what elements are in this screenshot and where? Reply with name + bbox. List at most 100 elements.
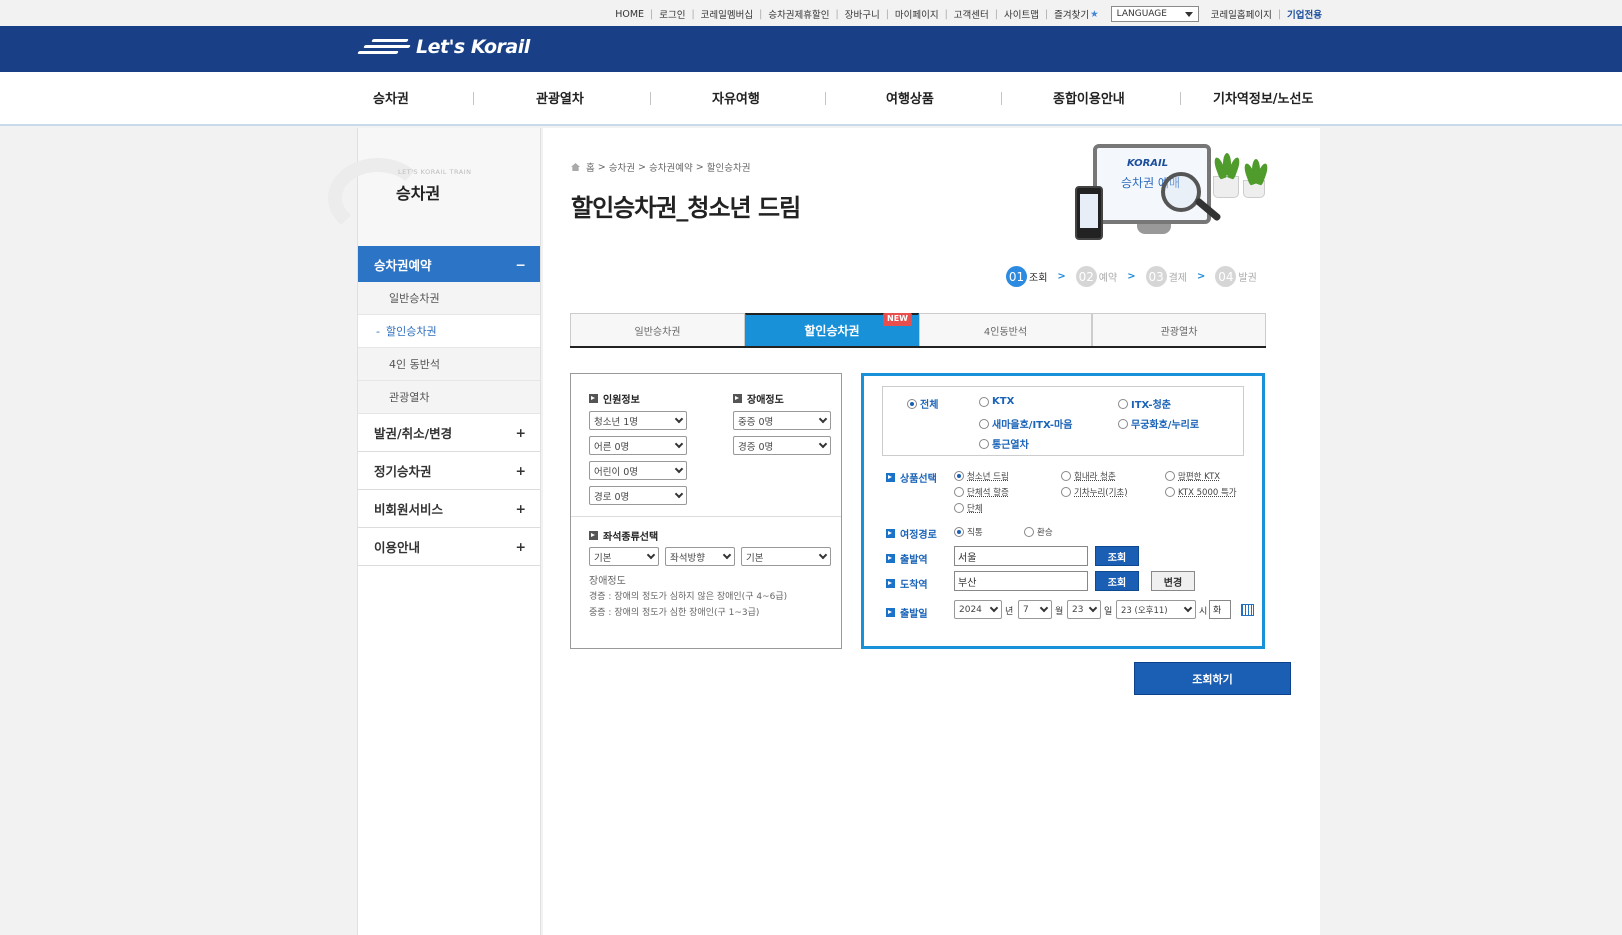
- breadcrumb-home[interactable]: 홈: [586, 160, 595, 174]
- month-select[interactable]: 7: [1018, 600, 1052, 619]
- util-link-mypage[interactable]: 마이페이지: [895, 7, 939, 21]
- language-select[interactable]: LANGUAGE: [1110, 6, 1199, 22]
- product-radio-cheer-up-youth[interactable]: 힘내라 청춘: [1061, 470, 1116, 482]
- util-link-home[interactable]: HOME: [615, 9, 644, 20]
- seat-type-select[interactable]: 기본: [589, 547, 659, 566]
- seat-position-select[interactable]: 기본: [741, 547, 831, 566]
- radio-circle: [1061, 471, 1071, 481]
- chevron-down-icon: [1183, 603, 1193, 613]
- gnb-station-info[interactable]: 기차역정보/노선도: [1213, 88, 1313, 107]
- train-radio-all[interactable]: 전체: [907, 396, 938, 411]
- product-radio-comfort-ktx[interactable]: 맘편한 KTX: [1165, 470, 1220, 482]
- step-issue: 04 발권: [1215, 266, 1257, 287]
- util-link-login[interactable]: 로그인: [659, 7, 685, 21]
- sidebar-item-nonmember[interactable]: 비회원서비스 +: [358, 490, 540, 528]
- sidebar-item-issue-cancel[interactable]: 발권/취소/변경 +: [358, 414, 540, 452]
- util-link-partner-discount[interactable]: 승차권제휴할인: [768, 7, 829, 21]
- tab-label: 할인승차권: [804, 324, 860, 338]
- product-radio-group-surcharge[interactable]: 단체석 할증: [954, 486, 1009, 498]
- gnb-guide[interactable]: 종합이용안내: [1053, 88, 1125, 107]
- disability-note-title: 장애정도: [589, 576, 626, 587]
- departure-station-input[interactable]: 서울: [954, 546, 1088, 566]
- radio-circle: [954, 527, 964, 537]
- sidebar-item-season-ticket[interactable]: 정기승차권 +: [358, 452, 540, 490]
- util-link-favorites[interactable]: 즐겨찾기: [1054, 7, 1089, 21]
- youth-count-select[interactable]: 청소년 1명: [589, 411, 687, 430]
- date-label: 출발일: [900, 609, 928, 620]
- korail-logo[interactable]: Let's Korail: [357, 36, 530, 58]
- adult-count-select[interactable]: 어른 0명: [589, 436, 687, 455]
- sidebar-subitem-tour-train[interactable]: 관광열차: [358, 381, 540, 414]
- sidebar-subitem-family-seat[interactable]: 4인 동반석: [358, 348, 540, 381]
- disability-note-severe: 중증 : 장애의 정도가 심한 장애인(구 1~3급): [589, 608, 760, 618]
- util-link-membership[interactable]: 코레일멤버십: [701, 7, 753, 21]
- sidebar-title: 승차권: [396, 184, 441, 203]
- passenger-heading: 인원정보: [589, 391, 640, 406]
- arrival-station-input[interactable]: 부산: [954, 571, 1088, 591]
- tab-tour-train[interactable]: 관광열차: [1092, 313, 1266, 346]
- select-value: 어른 0명: [594, 441, 630, 453]
- route-radio-transfer[interactable]: 환승: [1024, 526, 1053, 538]
- search-button[interactable]: 조회하기: [1134, 662, 1291, 695]
- radio-circle: [954, 471, 964, 481]
- radio-label: 기차누리(기초): [1074, 488, 1128, 498]
- phone-icon: [1075, 186, 1103, 240]
- senior-count-select[interactable]: 경로 0명: [589, 486, 687, 505]
- util-link-korail-home[interactable]: 코레일홈페이지: [1211, 7, 1272, 21]
- sidebar-subitem-discount[interactable]: - 할인승차권: [358, 315, 540, 348]
- tab-regular[interactable]: 일반승차권: [570, 313, 745, 346]
- utility-links: HOME | 로그인 | 코레일멤버십 | 승차권제휴할인 | 장바구니 | 마이페이지 |…: [615, 6, 1322, 22]
- calendar-icon[interactable]: [1241, 604, 1254, 616]
- product-radio-group[interactable]: 단체: [954, 502, 983, 514]
- child-count-select[interactable]: 어린이 0명: [589, 461, 687, 480]
- hour-select[interactable]: 23 (오후11): [1116, 600, 1196, 619]
- main-navigation: 승차권 관광열차 자유여행 여행상품 종합이용안내 기차역정보/노선도: [0, 72, 1622, 126]
- severe-disability-select[interactable]: 중증 0명: [733, 411, 831, 430]
- util-link-cart[interactable]: 장바구니: [845, 7, 880, 21]
- radio-label: 직통: [967, 528, 983, 538]
- year-select[interactable]: 2024: [954, 600, 1002, 619]
- sidebar-subitem-regular[interactable]: 일반승차권: [358, 282, 540, 315]
- sidebar-item-usage-guide[interactable]: 이용안내 +: [358, 528, 540, 566]
- dropdown-arrow-icon: [1184, 11, 1193, 17]
- product-radio-ktx-5000[interactable]: KTX 5000 특가: [1165, 486, 1237, 498]
- chevron-right-icon: >: [1127, 271, 1136, 282]
- tab-family-seat[interactable]: 4인동반석: [919, 313, 1092, 346]
- radio-label: 전체: [920, 400, 939, 411]
- bullet-icon: [886, 579, 895, 588]
- train-radio-itx-youth[interactable]: ITX-청춘: [1118, 396, 1171, 411]
- breadcrumb-reservation[interactable]: 승차권예약: [649, 160, 693, 174]
- train-radio-commuter[interactable]: 통근열차: [979, 436, 1029, 451]
- train-radio-mugunghwa[interactable]: 무궁화호/누리로: [1118, 416, 1199, 431]
- util-link-sitemap[interactable]: 사이트맵: [1004, 7, 1039, 21]
- radio-label: KTX 5000 특가: [1178, 488, 1237, 498]
- plant-icon: [1212, 153, 1242, 198]
- departure-lookup-button[interactable]: 조회: [1095, 546, 1139, 566]
- chevron-down-icon: [1039, 603, 1049, 613]
- day-select[interactable]: 23: [1067, 600, 1101, 619]
- mild-disability-select[interactable]: 경증 0명: [733, 436, 831, 455]
- radio-label: 단체: [967, 504, 983, 514]
- product-radio-train-nuri[interactable]: 기차누리(기초): [1061, 486, 1128, 498]
- util-link-business[interactable]: 기업전용: [1287, 7, 1322, 21]
- bullet-icon: [589, 531, 598, 540]
- tab-discount[interactable]: 할인승차권 NEW: [745, 313, 919, 346]
- chevron-down-icon: [989, 603, 999, 613]
- gnb-tour-train[interactable]: 관광열차: [536, 88, 584, 107]
- route-radio-direct[interactable]: 직통: [954, 526, 983, 538]
- gnb-tickets[interactable]: 승차권: [373, 88, 409, 107]
- product-radio-youth-dream[interactable]: 청소년 드림: [954, 470, 1009, 482]
- arrival-lookup-button[interactable]: 조회: [1095, 571, 1139, 591]
- train-radio-ktx[interactable]: KTX: [979, 396, 1014, 407]
- seat-direction-select[interactable]: 좌석방향: [665, 547, 735, 566]
- sidebar-item-reservation[interactable]: 승차권예약 −: [358, 246, 540, 282]
- gnb-travel-products[interactable]: 여행상품: [886, 88, 934, 107]
- breadcrumb-tickets[interactable]: 승차권: [609, 160, 635, 174]
- bullet-icon: [886, 554, 895, 563]
- train-radio-saemaeul[interactable]: 새마을호/ITX-마음: [979, 416, 1072, 431]
- swap-stations-button[interactable]: 변경: [1151, 571, 1195, 591]
- gnb-free-travel[interactable]: 자유여행: [712, 88, 760, 107]
- chevron-down-icon: [818, 550, 828, 560]
- seat-label: 좌석종류선택: [603, 532, 659, 543]
- util-link-customer-center[interactable]: 고객센터: [954, 7, 989, 21]
